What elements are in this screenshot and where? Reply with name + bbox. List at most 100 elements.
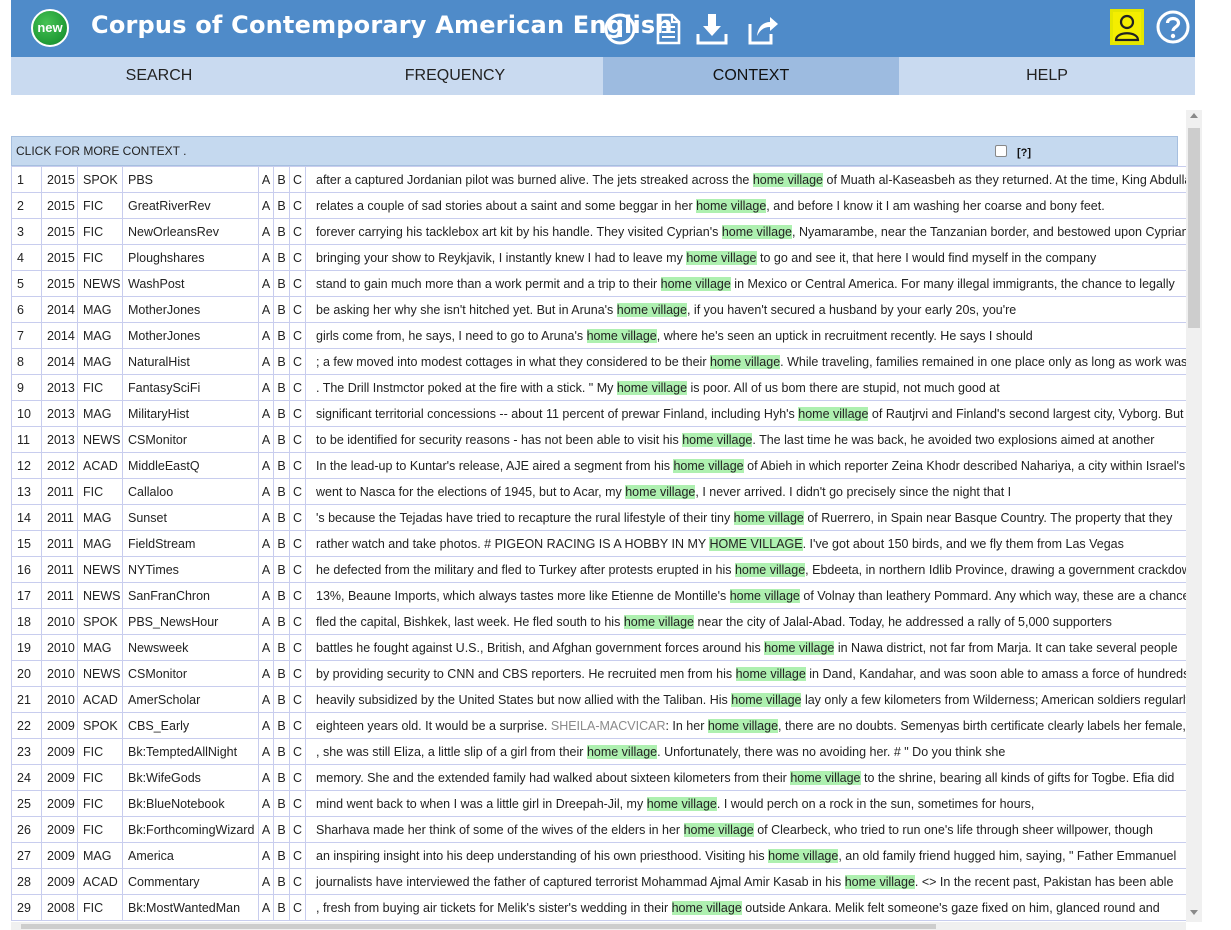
row-context[interactable]: he defected from the military and fled t…: [305, 556, 1186, 583]
context-link-b[interactable]: B: [273, 790, 290, 817]
context-link-a[interactable]: A: [258, 270, 274, 297]
row-context[interactable]: fled the capital, Bishkek, last week. He…: [305, 608, 1186, 635]
context-link-b[interactable]: B: [273, 816, 290, 843]
row-context[interactable]: 's because the Tejadas have tried to rec…: [305, 504, 1186, 531]
help-link[interactable]: [?]: [1017, 139, 1031, 167]
context-link-c[interactable]: C: [289, 426, 306, 453]
table-row[interactable]: 23 2009 FIC Bk:TemptedAllNight A B C , she was …: [11, 738, 1186, 765]
context-link-b[interactable]: B: [273, 582, 290, 609]
table-row[interactable]: 4 2015 FIC Ploughshares A B Cbringing your sho…: [11, 244, 1186, 271]
row-source[interactable]: FieldStream: [122, 530, 259, 557]
row-source[interactable]: Ploughshares: [122, 244, 259, 271]
table-row[interactable]: 9 2013 FIC FantasySciFi A B C . The Drill Instm…: [11, 374, 1186, 401]
keyword-highlight[interactable]: home village: [735, 666, 806, 681]
context-link-a[interactable]: A: [258, 530, 274, 557]
keyword-highlight[interactable]: home village: [623, 614, 694, 629]
row-source[interactable]: Bk:TemptedAllNight: [122, 738, 259, 765]
table-row[interactable]: 26 2009 FIC Bk:ForthcomingWizard A B C Sharhava…: [11, 816, 1186, 843]
context-link-c[interactable]: C: [289, 166, 306, 193]
table-row[interactable]: 25 2009 FIC Bk:BlueNotebook A B Cmind went bac…: [11, 790, 1186, 817]
row-source[interactable]: GreatRiverRev: [122, 192, 259, 219]
table-row[interactable]: 3 2015 FIC NewOrleansRev A B Cforever carrying…: [11, 218, 1186, 245]
row-source[interactable]: PBS_NewsHour: [122, 608, 259, 635]
context-link-a[interactable]: A: [258, 790, 274, 817]
table-row[interactable]: 18 2010 SPOK PBS_NewsHour A B Cfled the capita…: [11, 608, 1186, 635]
table-row[interactable]: 13 2011 FIC Callaloo A B Cwent to Nasca for th…: [11, 478, 1186, 505]
context-link-b[interactable]: B: [273, 894, 290, 921]
table-row[interactable]: 28 2009 ACAD Commentary A B Cjournalists have …: [11, 868, 1186, 895]
context-link-a[interactable]: A: [258, 218, 274, 245]
tab-context[interactable]: CONTEXT: [603, 57, 899, 95]
context-link-a[interactable]: A: [258, 894, 274, 921]
vertical-scrollbar[interactable]: [1186, 110, 1202, 922]
table-row[interactable]: 21 2010 ACAD AmerScholar A B Cheavily subsidiz…: [11, 686, 1186, 713]
keyword-highlight[interactable]: home village: [660, 276, 731, 291]
context-link-a[interactable]: A: [258, 244, 274, 271]
scroll-down-icon[interactable]: [1190, 910, 1198, 915]
context-link-b[interactable]: B: [273, 374, 290, 401]
context-link-a[interactable]: A: [258, 660, 274, 687]
context-link-c[interactable]: C: [289, 686, 306, 713]
keyword-highlight[interactable]: home village: [764, 640, 835, 655]
row-source[interactable]: MiddleEastQ: [122, 452, 259, 479]
context-link-b[interactable]: B: [273, 348, 290, 375]
row-context[interactable]: 13%, Beaune Imports, which always tastes…: [305, 582, 1186, 609]
row-context[interactable]: girls come from, he says, I need to go t…: [305, 322, 1186, 349]
context-link-c[interactable]: C: [289, 530, 306, 557]
context-link-c[interactable]: C: [289, 712, 306, 739]
row-context[interactable]: rather watch and take photos. # PIGEON R…: [305, 530, 1186, 557]
row-context[interactable]: journalists have interviewed the father …: [305, 868, 1186, 895]
context-link-a[interactable]: A: [258, 322, 274, 349]
row-context[interactable]: an inspiring insight into his deep under…: [305, 842, 1186, 869]
keyword-highlight[interactable]: home village: [646, 796, 717, 811]
context-link-a[interactable]: A: [258, 686, 274, 713]
row-source[interactable]: Bk:MostWantedMan: [122, 894, 259, 921]
context-link-a[interactable]: A: [258, 426, 274, 453]
row-context[interactable]: ; a few moved into modest cottages in wh…: [305, 348, 1186, 375]
context-link-b[interactable]: B: [273, 608, 290, 635]
info-icon[interactable]: [603, 12, 637, 46]
table-row[interactable]: 20 2010 NEWS CSMonitor A B Cby providing secur…: [11, 660, 1186, 687]
table-row[interactable]: 5 2015 NEWS WashPost A B Cstand to gain much m…: [11, 270, 1186, 297]
keyword-highlight[interactable]: home village: [616, 302, 687, 317]
context-link-b[interactable]: B: [273, 426, 290, 453]
help-icon[interactable]: [1155, 9, 1191, 45]
table-row[interactable]: 11 2013 NEWS CSMonitor A B Cto be identified f…: [11, 426, 1186, 453]
row-context[interactable]: to be identified for security reasons - …: [305, 426, 1186, 453]
scroll-thumb[interactable]: [1188, 128, 1200, 328]
table-row[interactable]: 27 2009 MAG America A B Can inspiring insight …: [11, 842, 1186, 869]
context-link-b[interactable]: B: [273, 244, 290, 271]
keyword-highlight[interactable]: home village: [729, 588, 800, 603]
context-link-c[interactable]: C: [289, 218, 306, 245]
download-icon[interactable]: [695, 12, 729, 46]
keyword-highlight[interactable]: home village: [625, 484, 696, 499]
context-link-b[interactable]: B: [273, 478, 290, 505]
row-context[interactable]: In the lead-up to Kuntar's release, AJE …: [305, 452, 1186, 479]
row-source[interactable]: CSMonitor: [122, 426, 259, 453]
row-source[interactable]: PBS: [122, 166, 259, 193]
context-link-b[interactable]: B: [273, 712, 290, 739]
keyword-highlight[interactable]: home village: [721, 224, 792, 239]
keyword-highlight[interactable]: home village: [707, 718, 779, 733]
keyword-highlight[interactable]: home village: [733, 510, 804, 525]
context-link-b[interactable]: B: [273, 192, 290, 219]
table-row[interactable]: 16 2011 NEWS NYTimes A B Che defected from the…: [11, 556, 1186, 583]
tab-frequency[interactable]: FREQUENCY: [307, 57, 603, 95]
row-source[interactable]: NewOrleansRev: [122, 218, 259, 245]
context-link-b[interactable]: B: [273, 738, 290, 765]
select-all-checkbox[interactable]: [995, 145, 1007, 157]
row-context[interactable]: Sharhava made her think of some of the w…: [305, 816, 1186, 843]
context-link-a[interactable]: A: [258, 608, 274, 635]
row-context[interactable]: , she was still Eliza, a little slip of …: [305, 738, 1186, 765]
context-link-a[interactable]: A: [258, 634, 274, 661]
row-context[interactable]: forever carrying his tacklebox art kit b…: [305, 218, 1186, 245]
row-source[interactable]: AmerScholar: [122, 686, 259, 713]
context-link-c[interactable]: C: [289, 452, 306, 479]
context-link-c[interactable]: C: [289, 400, 306, 427]
row-source[interactable]: Commentary: [122, 868, 259, 895]
keyword-highlight[interactable]: home village: [790, 770, 861, 785]
context-link-c[interactable]: C: [289, 842, 306, 869]
context-link-c[interactable]: C: [289, 868, 306, 895]
new-badge[interactable]: new: [31, 9, 69, 47]
keyword-highlight[interactable]: home village: [709, 354, 781, 369]
